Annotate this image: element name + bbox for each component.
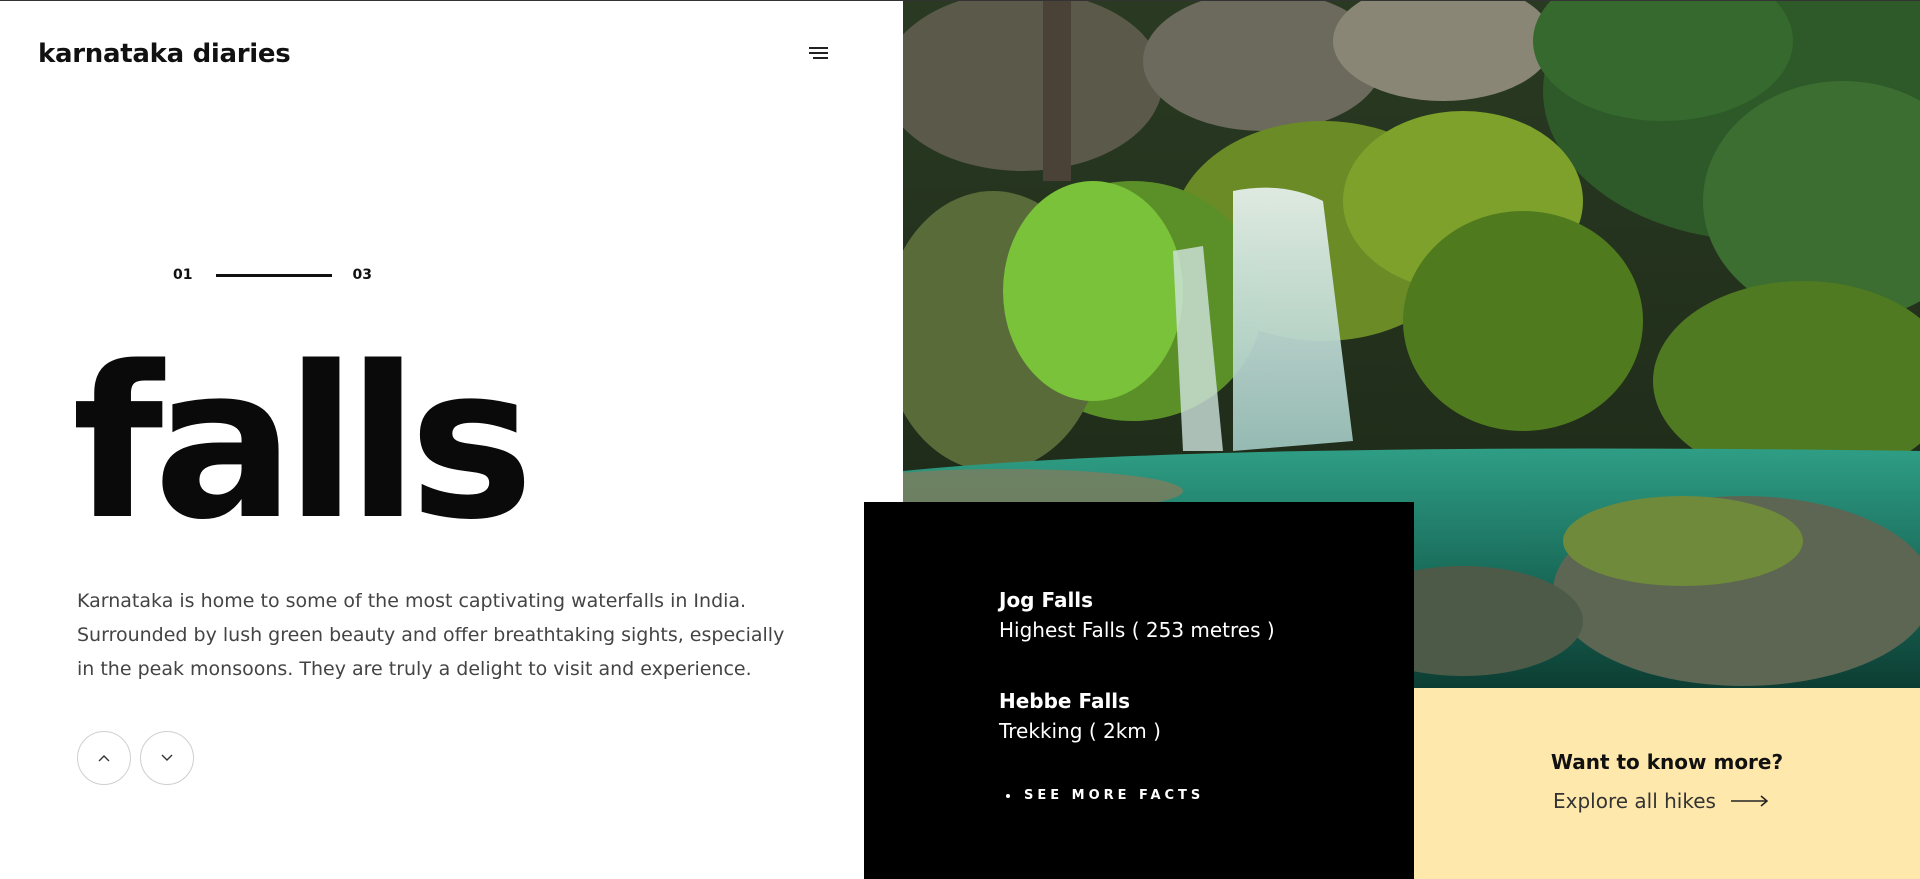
brand-logo[interactable]: karnataka diaries	[38, 39, 291, 69]
explore-hikes-link[interactable]: Explore all hikes	[1553, 789, 1770, 813]
fact-detail: Trekking ( 2km )	[999, 719, 1161, 743]
see-more-facts-link[interactable]: SEE MORE FACTS	[1006, 788, 1204, 803]
facts-panel: Jog Falls Highest Falls ( 253 metres ) H…	[864, 502, 1414, 879]
total-slides: 03	[352, 267, 372, 283]
current-slide: 01	[173, 267, 193, 283]
fact-name: Jog Falls	[999, 588, 1094, 612]
chevron-down-icon	[161, 754, 173, 761]
arrow-right-icon	[1730, 795, 1769, 807]
fact-name: Hebbe Falls	[999, 689, 1131, 713]
explore-hikes-label: Explore all hikes	[1553, 789, 1716, 813]
progress-bar	[216, 273, 333, 277]
chevron-up-icon	[98, 755, 110, 762]
cta-question: Want to know more?	[1550, 750, 1784, 774]
fact-item: Hebbe Falls Trekking ( 2km )	[999, 689, 1161, 743]
hero-description: Karnataka is home to some of the most ca…	[77, 590, 785, 680]
page-title: falls	[72, 321, 534, 566]
fact-detail: Highest Falls ( 253 metres )	[999, 618, 1275, 642]
slide-progress: 01 03	[173, 267, 372, 283]
next-slide-button[interactable]	[140, 731, 194, 785]
see-more-label: SEE MORE FACTS	[1024, 788, 1205, 803]
bullet-icon	[1006, 793, 1010, 798]
previous-slide-button[interactable]	[77, 731, 131, 785]
cta-panel: Want to know more? Explore all hikes	[1414, 688, 1920, 879]
fact-item: Jog Falls Highest Falls ( 253 metres )	[999, 588, 1275, 642]
hamburger-menu-icon[interactable]	[806, 47, 828, 61]
